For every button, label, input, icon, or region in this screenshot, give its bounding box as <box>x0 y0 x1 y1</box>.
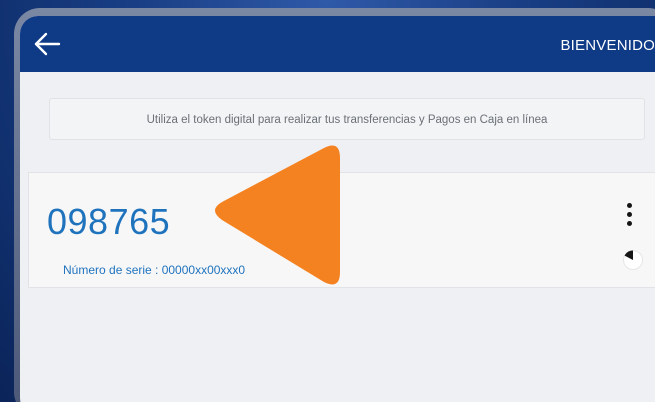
play-triangle-icon[interactable] <box>200 130 350 300</box>
more-vertical-icon[interactable] <box>623 203 635 233</box>
back-arrow-icon[interactable] <box>32 30 62 58</box>
app-header: BIENVENIDO <box>20 16 655 72</box>
countdown-timer-icon <box>623 250 643 270</box>
token-code: 098765 <box>47 201 171 242</box>
header-title: BIENVENIDO <box>560 37 655 54</box>
